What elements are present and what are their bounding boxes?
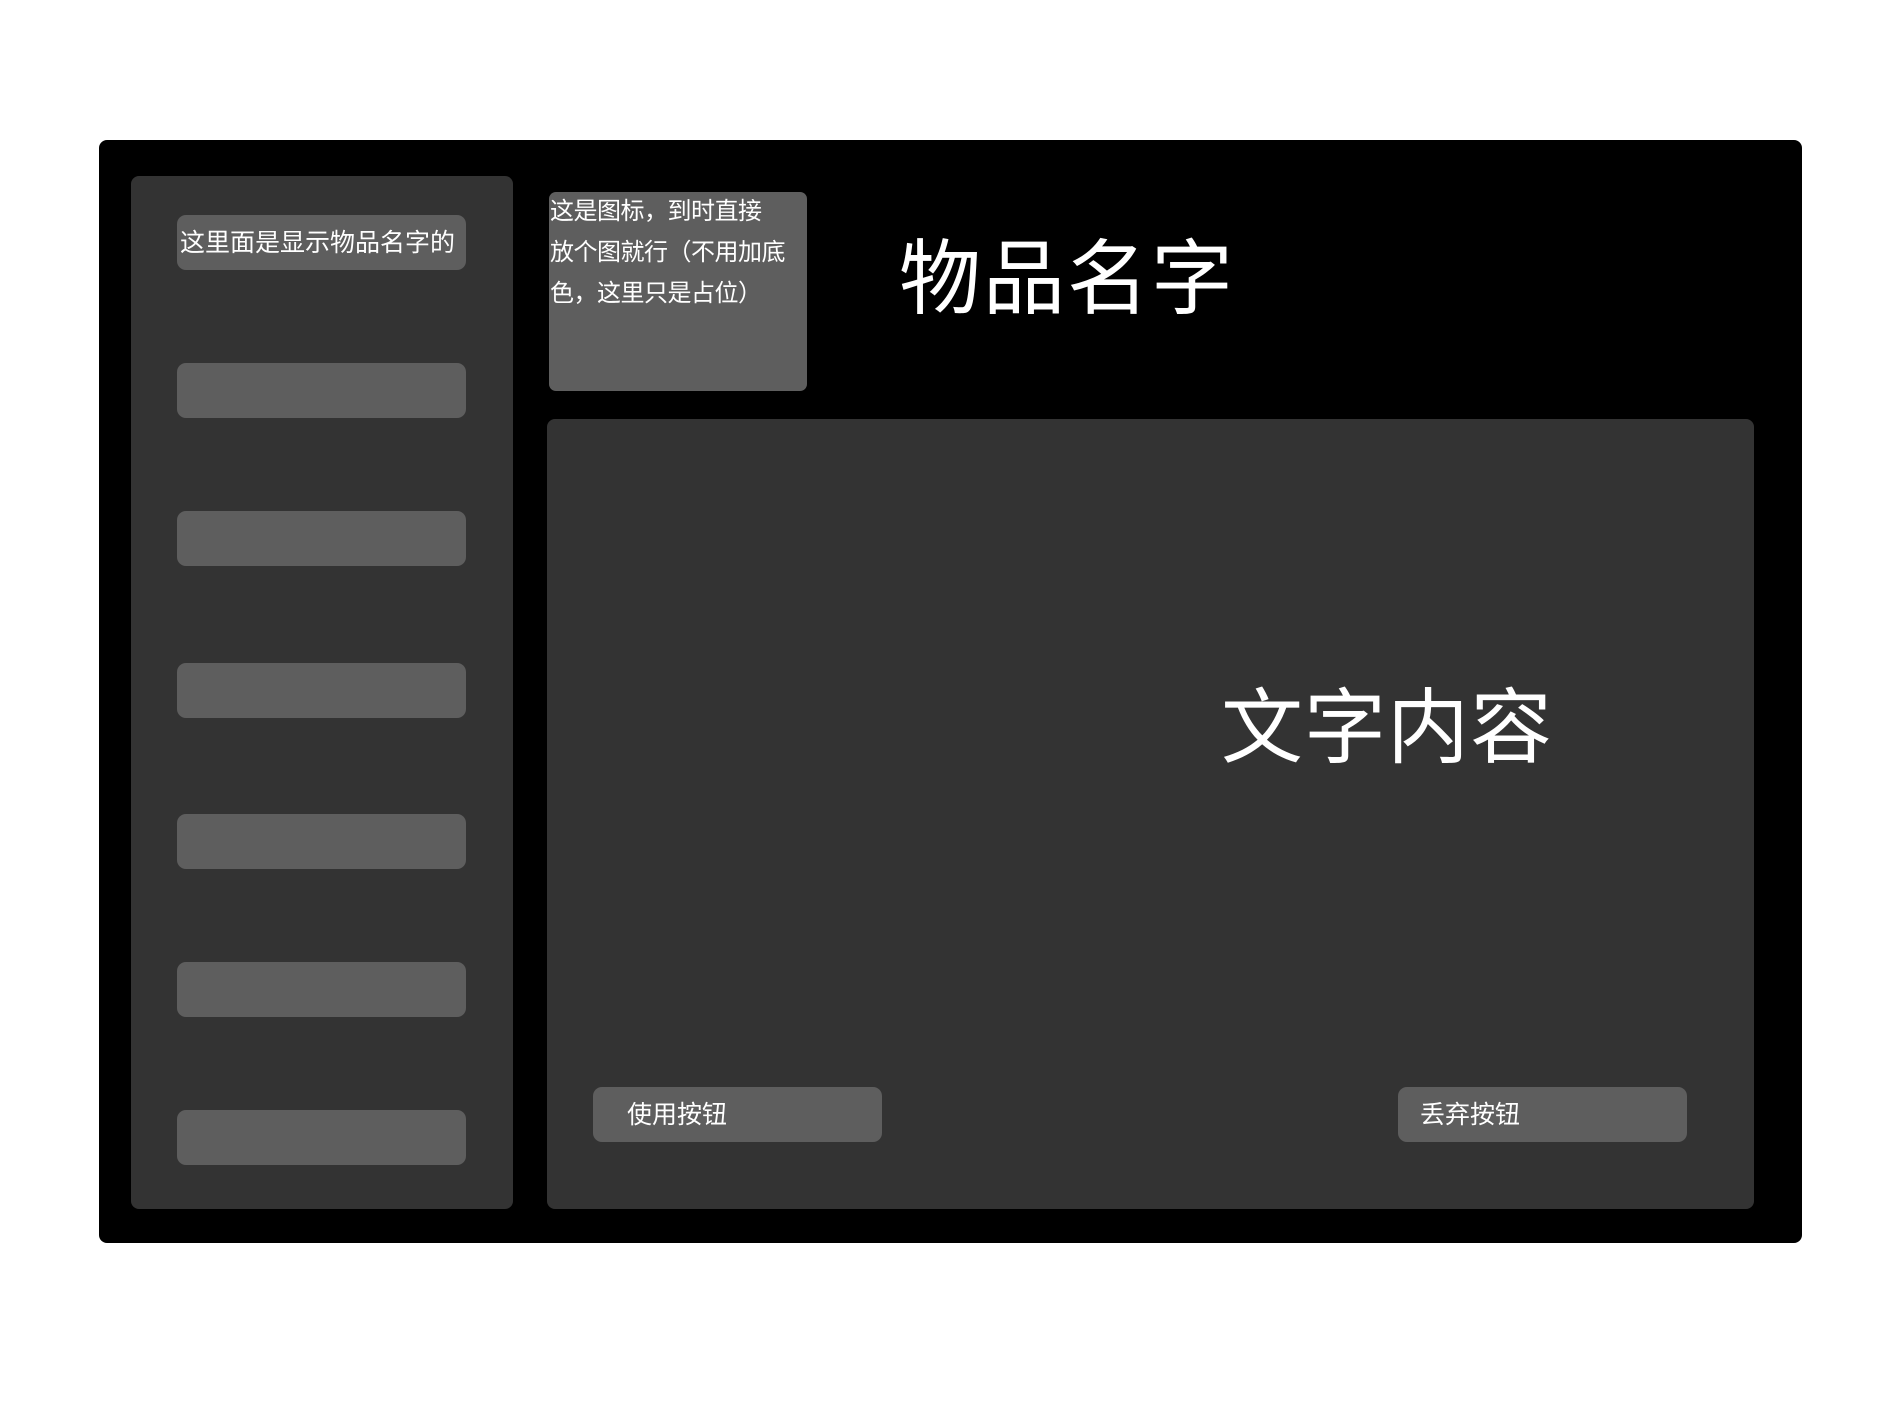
discard-button[interactable]: 丢弃按钮 [1398,1087,1687,1142]
icon-placeholder-line-1: 这是图标，到时直接 [550,197,762,225]
item-slot-7[interactable] [177,1110,466,1165]
item-slot-3[interactable] [177,511,466,566]
item-name-title: 物品名字 [899,232,1236,327]
use-button[interactable]: 使用按钮 [593,1087,882,1142]
icon-placeholder-line-3: 色，这里只是占位） [550,279,762,307]
item-icon-placeholder: 这是图标，到时直接 放个图就行（不用加底 色，这里只是占位） [549,192,807,391]
item-slot-1[interactable]: 这里面是显示物品名字的 [177,215,466,270]
item-list-sidebar: 这里面是显示物品名字的 [131,176,513,1209]
item-slot-4[interactable] [177,663,466,718]
inventory-window: 这里面是显示物品名字的 这是图标，到时直接 放个图就行（不用加底 色，这里只是占… [99,140,1802,1243]
item-description-text: 文字内容 [1220,681,1553,776]
icon-placeholder-line-2: 放个图就行（不用加底 [550,238,786,266]
item-description-panel: 文字内容 使用按钮 丢弃按钮 [547,419,1754,1209]
item-slot-2[interactable] [177,363,466,418]
page: 这里面是显示物品名字的 这是图标，到时直接 放个图就行（不用加底 色，这里只是占… [0,0,1890,1417]
item-slot-5[interactable] [177,814,466,869]
item-slot-6[interactable] [177,962,466,1017]
